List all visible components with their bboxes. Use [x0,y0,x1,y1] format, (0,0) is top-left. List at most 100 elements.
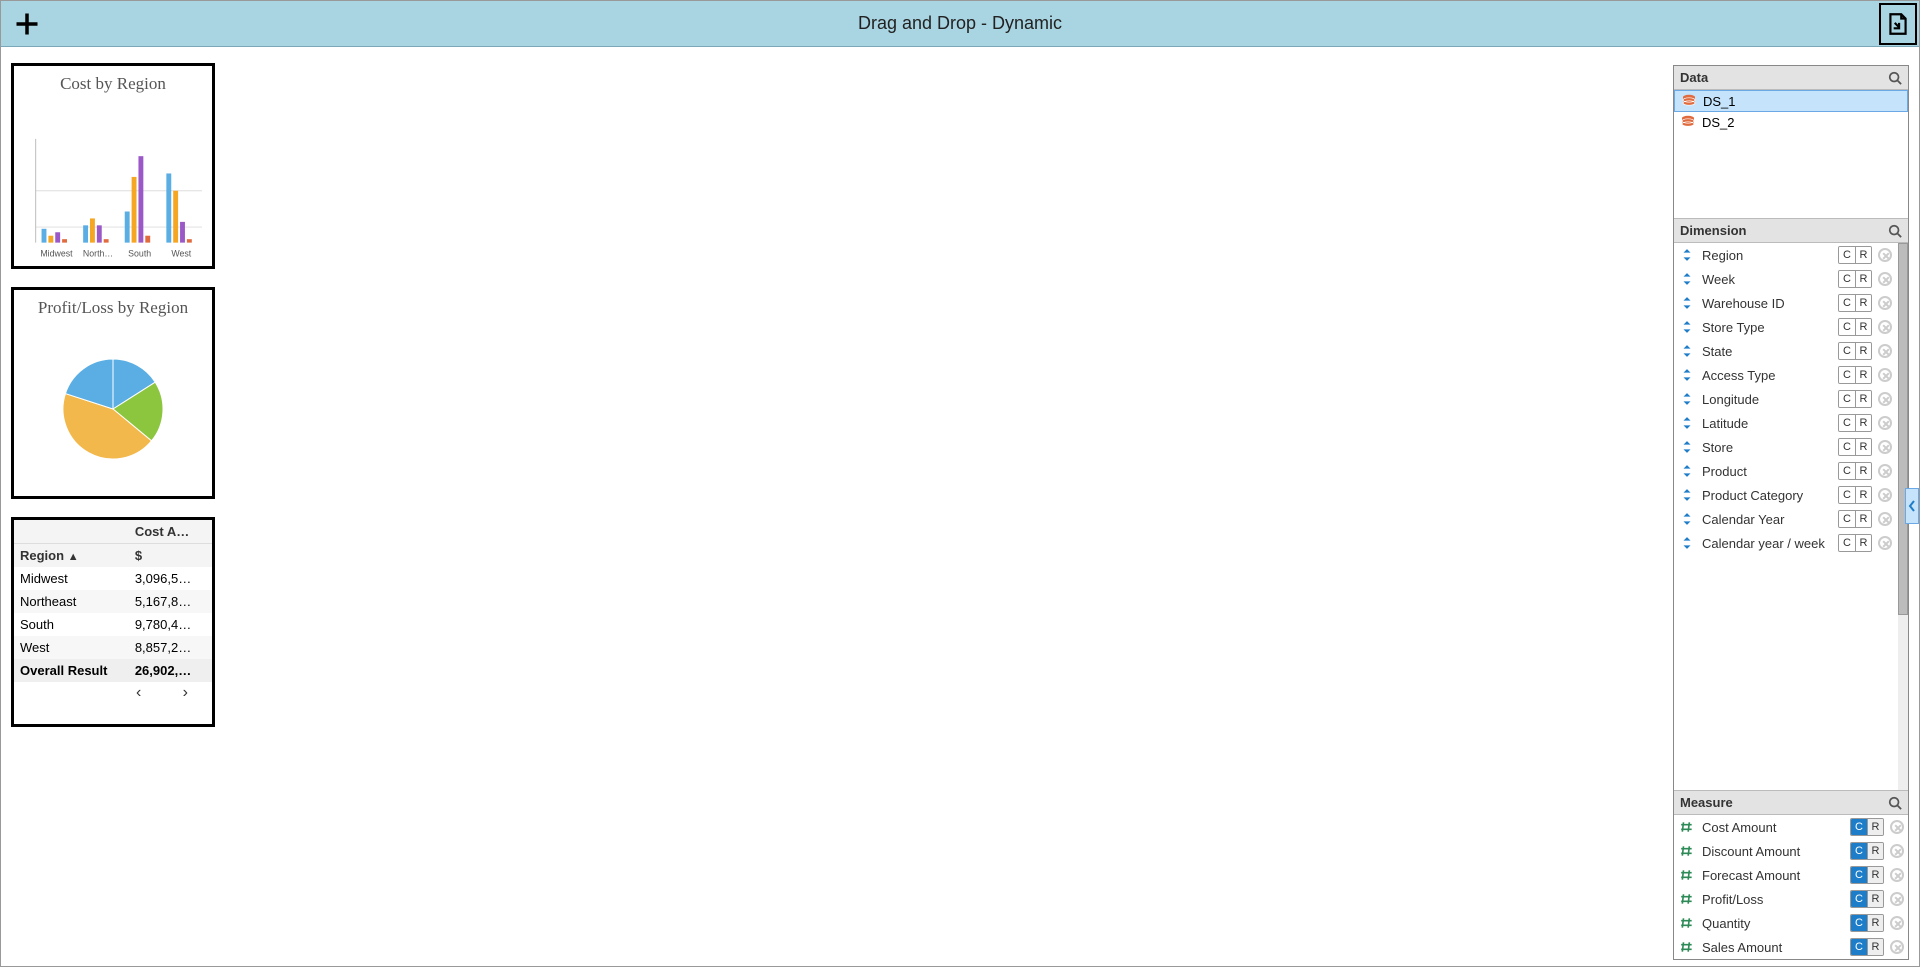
remove-button[interactable] [1878,296,1892,310]
row-toggle[interactable]: R [1855,439,1871,455]
dimension-field[interactable]: StateCR [1674,339,1896,363]
export-button[interactable] [1879,3,1917,45]
dimension-field[interactable]: LatitudeCR [1674,411,1896,435]
column-toggle[interactable]: C [1839,535,1855,551]
column-toggle[interactable]: C [1839,295,1855,311]
remove-button[interactable] [1878,272,1892,286]
column-toggle[interactable]: C [1839,511,1855,527]
measure-field[interactable]: Profit/LossCR [1674,887,1908,911]
row-toggle[interactable]: R [1867,939,1883,955]
row-toggle[interactable]: R [1867,867,1883,883]
measure-field[interactable]: Sales AmountCR [1674,935,1908,959]
sort-handle-icon[interactable] [1680,464,1694,478]
design-canvas[interactable]: Cost by Region MidwestNorth…SouthWest Pr… [1,47,1673,966]
page-prev-button[interactable]: ‹ [136,684,141,702]
column-toggle[interactable]: C [1839,487,1855,503]
column-toggle[interactable]: C [1839,439,1855,455]
remove-button[interactable] [1878,536,1892,550]
column-header[interactable]: Region ▲ [14,544,129,567]
column-toggle[interactable]: C [1839,247,1855,263]
row-toggle[interactable]: R [1867,891,1883,907]
sort-handle-icon[interactable] [1680,536,1694,550]
remove-button[interactable] [1890,916,1904,930]
column-toggle[interactable]: C [1851,867,1867,883]
row-toggle[interactable]: R [1855,295,1871,311]
remove-button[interactable] [1878,416,1892,430]
column-toggle[interactable]: C [1851,819,1867,835]
datasource-item[interactable]: DS_2 [1674,112,1908,132]
dimension-field[interactable]: LongitudeCR [1674,387,1896,411]
remove-button[interactable] [1890,892,1904,906]
row-toggle[interactable]: R [1867,843,1883,859]
search-icon[interactable] [1888,796,1902,810]
column-toggle[interactable]: C [1839,367,1855,383]
dimension-field[interactable]: Calendar year / weekCR [1674,531,1896,555]
sort-handle-icon[interactable] [1680,488,1694,502]
column-toggle[interactable]: C [1851,891,1867,907]
remove-button[interactable] [1878,440,1892,454]
dimension-field[interactable]: RegionCR [1674,243,1896,267]
column-toggle[interactable]: C [1839,343,1855,359]
widget-cost-by-region[interactable]: Cost by Region MidwestNorth…SouthWest [11,63,215,269]
dimension-field[interactable]: WeekCR [1674,267,1896,291]
remove-button[interactable] [1890,844,1904,858]
page-next-button[interactable]: › [183,684,188,702]
sort-handle-icon[interactable] [1680,320,1694,334]
column-toggle[interactable]: C [1851,915,1867,931]
sort-handle-icon[interactable] [1680,296,1694,310]
dimension-field[interactable]: Access TypeCR [1674,363,1896,387]
sort-handle-icon[interactable] [1680,512,1694,526]
row-toggle[interactable]: R [1855,511,1871,527]
measure-field[interactable]: Cost AmountCR [1674,815,1908,839]
column-header[interactable]: Cost A… [129,520,212,543]
sort-handle-icon[interactable] [1680,416,1694,430]
search-icon[interactable] [1888,224,1902,238]
row-toggle[interactable]: R [1855,463,1871,479]
table-row[interactable]: Northeast5,167,8… [14,590,212,613]
table-row[interactable]: Midwest3,096,5… [14,567,212,590]
remove-button[interactable] [1878,488,1892,502]
row-toggle[interactable]: R [1855,391,1871,407]
remove-button[interactable] [1890,868,1904,882]
remove-button[interactable] [1878,392,1892,406]
row-toggle[interactable]: R [1855,367,1871,383]
remove-button[interactable] [1878,368,1892,382]
remove-button[interactable] [1890,820,1904,834]
row-toggle[interactable]: R [1867,915,1883,931]
column-toggle[interactable]: C [1839,463,1855,479]
widget-cost-table[interactable]: Cost A… Region ▲ $ Midwest3,096,5…Northe… [11,517,215,727]
measure-field[interactable]: Forecast AmountCR [1674,863,1908,887]
sort-handle-icon[interactable] [1680,440,1694,454]
column-toggle[interactable]: C [1851,939,1867,955]
row-toggle[interactable]: R [1855,535,1871,551]
remove-button[interactable] [1878,320,1892,334]
measure-field[interactable]: Discount AmountCR [1674,839,1908,863]
dimension-field[interactable]: Store TypeCR [1674,315,1896,339]
remove-button[interactable] [1878,464,1892,478]
row-toggle[interactable]: R [1867,819,1883,835]
dimension-field[interactable]: Warehouse IDCR [1674,291,1896,315]
dimension-field[interactable]: ProductCR [1674,459,1896,483]
dimension-field[interactable]: Calendar YearCR [1674,507,1896,531]
search-icon[interactable] [1888,71,1902,85]
sort-handle-icon[interactable] [1680,392,1694,406]
dimension-field[interactable]: Product CategoryCR [1674,483,1896,507]
widget-profit-loss-by-region[interactable]: Profit/Loss by Region [11,287,215,499]
remove-button[interactable] [1890,940,1904,954]
sort-handle-icon[interactable] [1680,248,1694,262]
add-button[interactable] [13,10,41,38]
measure-field[interactable]: QuantityCR [1674,911,1908,935]
column-toggle[interactable]: C [1839,319,1855,335]
row-toggle[interactable]: R [1855,343,1871,359]
column-toggle[interactable]: C [1851,843,1867,859]
sort-handle-icon[interactable] [1680,344,1694,358]
sort-handle-icon[interactable] [1680,272,1694,286]
datasource-item[interactable]: DS_1 [1674,90,1908,112]
dimension-field[interactable]: StoreCR [1674,435,1896,459]
row-toggle[interactable]: R [1855,415,1871,431]
column-toggle[interactable]: C [1839,391,1855,407]
column-toggle[interactable]: C [1839,271,1855,287]
row-toggle[interactable]: R [1855,271,1871,287]
row-toggle[interactable]: R [1855,247,1871,263]
row-toggle[interactable]: R [1855,319,1871,335]
